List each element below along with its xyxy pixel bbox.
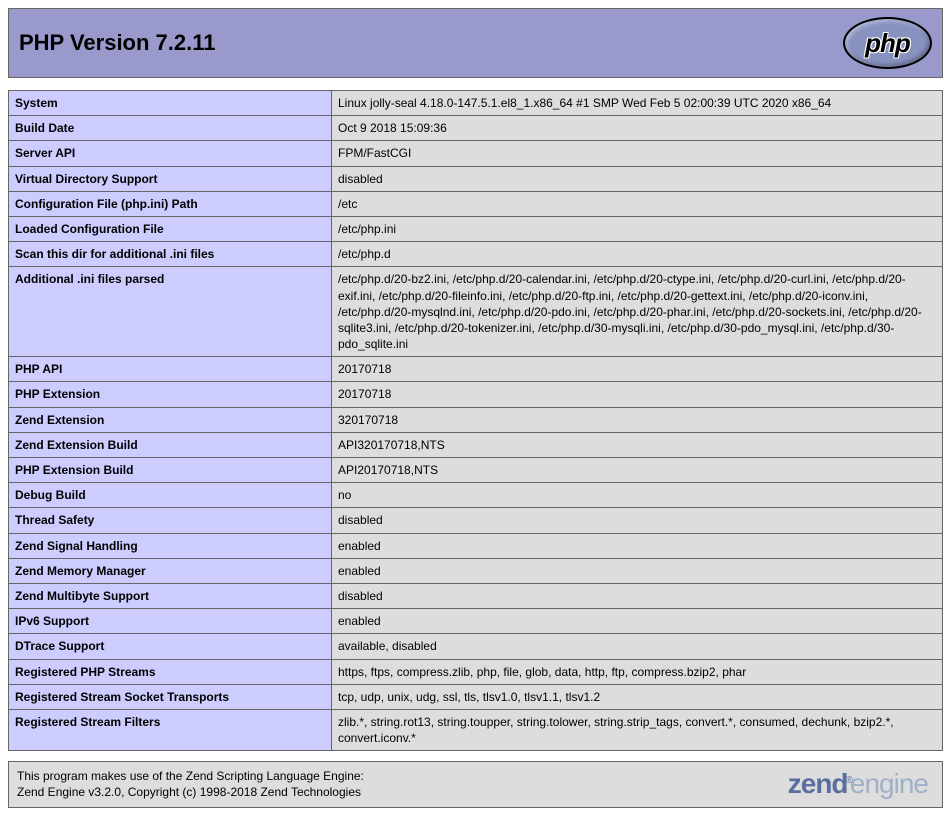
info-value: enabled: [332, 558, 943, 583]
table-row: Configuration File (php.ini) Path/etc: [9, 191, 943, 216]
zend-line2: Zend Engine v3.2.0, Copyright (c) 1998-2…: [17, 785, 361, 799]
table-row: Thread Safetydisabled: [9, 508, 943, 533]
info-value: /etc/php.d/20-bz2.ini, /etc/php.d/20-cal…: [332, 267, 943, 357]
table-row: Zend Signal Handlingenabled: [9, 533, 943, 558]
info-label: Registered Stream Socket Transports: [9, 684, 332, 709]
info-label: Zend Signal Handling: [9, 533, 332, 558]
table-row: Zend Extension320170718: [9, 407, 943, 432]
info-value: disabled: [332, 508, 943, 533]
info-label: Zend Extension: [9, 407, 332, 432]
info-value: /etc/php.d: [332, 242, 943, 267]
info-label: Build Date: [9, 116, 332, 141]
table-row: SystemLinux jolly-seal 4.18.0-147.5.1.el…: [9, 91, 943, 116]
info-label: PHP Extension Build: [9, 458, 332, 483]
info-value: API320170718,NTS: [332, 432, 943, 457]
zend-logo-engine: engine: [850, 768, 928, 799]
info-label: Virtual Directory Support: [9, 166, 332, 191]
info-label: Zend Memory Manager: [9, 558, 332, 583]
table-row: Zend Multibyte Supportdisabled: [9, 583, 943, 608]
info-label: Zend Multibyte Support: [9, 583, 332, 608]
page-title: PHP Version 7.2.11: [19, 30, 216, 56]
table-row: Server APIFPM/FastCGI: [9, 141, 943, 166]
table-row: IPv6 Supportenabled: [9, 609, 943, 634]
info-value: Linux jolly-seal 4.18.0-147.5.1.el8_1.x8…: [332, 91, 943, 116]
table-row: Registered Stream Socket Transportstcp, …: [9, 684, 943, 709]
info-value: FPM/FastCGI: [332, 141, 943, 166]
info-label: System: [9, 91, 332, 116]
table-row: PHP API20170718: [9, 357, 943, 382]
info-value: 20170718: [332, 382, 943, 407]
zend-footer: This program makes use of the Zend Scrip…: [8, 761, 943, 807]
table-row: Scan this dir for additional .ini files/…: [9, 242, 943, 267]
info-label: PHP API: [9, 357, 332, 382]
info-value: Oct 9 2018 15:09:36: [332, 116, 943, 141]
zend-line1: This program makes use of the Zend Scrip…: [17, 769, 364, 783]
info-value: /etc/php.ini: [332, 216, 943, 241]
table-row: Registered PHP Streamshttps, ftps, compr…: [9, 659, 943, 684]
table-row: Build DateOct 9 2018 15:09:36: [9, 116, 943, 141]
info-value: no: [332, 483, 943, 508]
info-label: PHP Extension: [9, 382, 332, 407]
info-value: disabled: [332, 583, 943, 608]
info-label: Server API: [9, 141, 332, 166]
info-value: available, disabled: [332, 634, 943, 659]
table-row: Zend Memory Managerenabled: [9, 558, 943, 583]
info-value: 20170718: [332, 357, 943, 382]
table-row: DTrace Supportavailable, disabled: [9, 634, 943, 659]
table-row: Loaded Configuration File/etc/php.ini: [9, 216, 943, 241]
info-value: enabled: [332, 609, 943, 634]
info-label: IPv6 Support: [9, 609, 332, 634]
table-row: Zend Extension BuildAPI320170718,NTS: [9, 432, 943, 457]
info-label: Loaded Configuration File: [9, 216, 332, 241]
table-row: Registered Stream Filterszlib.*, string.…: [9, 709, 943, 750]
info-value: API20170718,NTS: [332, 458, 943, 483]
table-row: Debug Buildno: [9, 483, 943, 508]
info-value: 320170718: [332, 407, 943, 432]
info-value: disabled: [332, 166, 943, 191]
info-label: DTrace Support: [9, 634, 332, 659]
info-label: Debug Build: [9, 483, 332, 508]
info-value: zlib.*, string.rot13, string.toupper, st…: [332, 709, 943, 750]
zend-footer-text: This program makes use of the Zend Scrip…: [17, 768, 364, 800]
info-label: Thread Safety: [9, 508, 332, 533]
zend-logo-main: zend: [788, 768, 848, 799]
info-label: Registered Stream Filters: [9, 709, 332, 750]
info-label: Registered PHP Streams: [9, 659, 332, 684]
zend-logo-icon: zend®engine: [788, 768, 934, 800]
php-logo-icon: php: [843, 17, 932, 69]
info-label: Zend Extension Build: [9, 432, 332, 457]
info-value: enabled: [332, 533, 943, 558]
table-row: PHP Extension BuildAPI20170718,NTS: [9, 458, 943, 483]
table-row: Additional .ini files parsed/etc/php.d/2…: [9, 267, 943, 357]
info-value: https, ftps, compress.zlib, php, file, g…: [332, 659, 943, 684]
info-value: /etc: [332, 191, 943, 216]
info-value: tcp, udp, unix, udg, ssl, tls, tlsv1.0, …: [332, 684, 943, 709]
phpinfo-table: SystemLinux jolly-seal 4.18.0-147.5.1.el…: [8, 90, 943, 751]
info-label: Configuration File (php.ini) Path: [9, 191, 332, 216]
phpinfo-header: PHP Version 7.2.11 php: [8, 8, 943, 78]
table-row: PHP Extension20170718: [9, 382, 943, 407]
info-label: Additional .ini files parsed: [9, 267, 332, 357]
info-label: Scan this dir for additional .ini files: [9, 242, 332, 267]
table-row: Virtual Directory Supportdisabled: [9, 166, 943, 191]
